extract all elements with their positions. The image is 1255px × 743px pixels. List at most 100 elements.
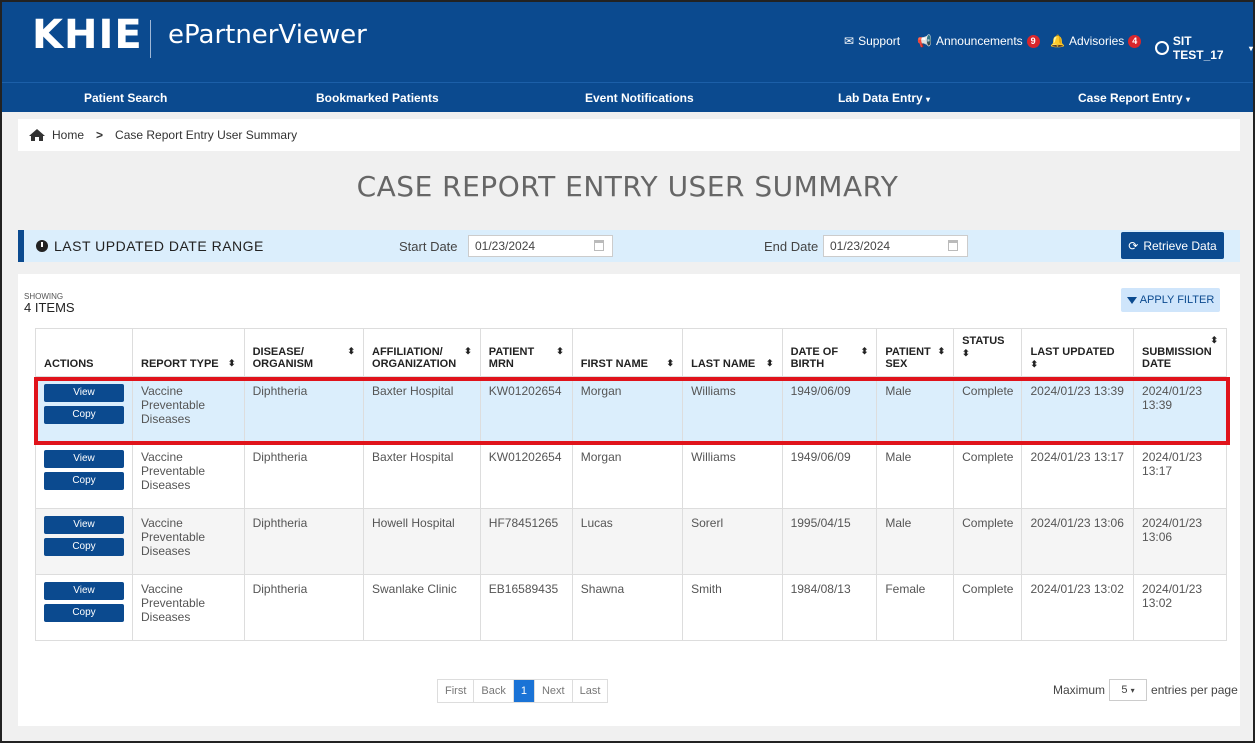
cell-report-type: Vaccine Preventable Diseases (132, 508, 245, 575)
sort-icon: ⬍ (1030, 359, 1039, 369)
cell-actions: View Copy (35, 376, 133, 443)
envelope-icon: ✉ (844, 34, 855, 48)
end-date-label: End Date (764, 239, 819, 254)
caret-down-icon: ▾ (1130, 685, 1135, 695)
table-row: View Copy Vaccine Preventable Diseases Diph… (35, 574, 1227, 641)
cell-organization: Baxter Hospital (363, 442, 481, 509)
nav-event-notifications[interactable]: Event Notifications (585, 91, 694, 105)
user-menu[interactable]: SIT TEST_17 ▾ (1155, 34, 1253, 62)
calendar-icon[interactable] (948, 240, 958, 251)
advisories-link[interactable]: 🔔 Advisories 4 (1050, 34, 1142, 48)
col-submission-date[interactable]: ⬍ SUBMISSION DATE (1133, 328, 1227, 377)
pager-last[interactable]: Last (572, 680, 608, 702)
view-button[interactable]: View (44, 582, 124, 600)
announcements-badge: 9 (1026, 34, 1040, 48)
entries-select[interactable]: 5 ▾ (1109, 679, 1148, 701)
col-patient-mrn[interactable]: ⬍ PATIENT MRN (479, 328, 573, 377)
support-link[interactable]: ✉ Support (844, 34, 900, 48)
khie-logo[interactable]: KHIE (32, 12, 143, 58)
view-button[interactable]: View (44, 516, 124, 534)
nav-bookmarked-patients[interactable]: Bookmarked Patients (316, 91, 439, 105)
table-row: View Copy Vaccine Preventable Diseases Diph… (35, 376, 1227, 443)
report-table: ACTIONS REPORT TYPE ⬍ ⬍ DISEASE/ ORGANISM … (35, 328, 1227, 641)
copy-button[interactable]: Copy (44, 538, 124, 556)
cell-last-updated: 2024/01/23 13:06 (1021, 508, 1135, 575)
cell-first-name: Lucas (571, 508, 684, 575)
cell-sex: Male (876, 508, 955, 575)
home-icon[interactable] (28, 128, 46, 142)
table-row: View Copy Vaccine Preventable Diseases Diph… (35, 508, 1227, 575)
logo-divider (150, 20, 151, 58)
cell-report-type: Vaccine Preventable Diseases (132, 442, 245, 509)
nav-lab-data-entry[interactable]: Lab Data Entry ▾ (838, 91, 930, 105)
start-date-input[interactable] (468, 235, 613, 257)
end-date-input[interactable] (823, 235, 968, 257)
cell-submission-date: 2024/01/23 13:17 (1133, 442, 1227, 509)
table-row: View Copy Vaccine Preventable Diseases Diph… (35, 442, 1227, 509)
cell-last-name: Sorerl (682, 508, 783, 575)
sort-icon: ⬍ (228, 358, 236, 368)
cell-last-name: Williams (682, 442, 783, 509)
copy-button[interactable]: Copy (44, 472, 124, 490)
sort-icon: ⬍ (766, 358, 774, 368)
view-button[interactable]: View (44, 450, 124, 468)
retrieve-data-button[interactable]: ⟳ Retrieve Data (1121, 232, 1224, 259)
cell-report-type: Vaccine Preventable Diseases (132, 376, 245, 443)
chevron-right-icon: > (96, 128, 104, 142)
app-window: KHIE ePartnerViewer ✉ Support 📢 Announce… (0, 0, 1255, 743)
copy-button[interactable]: Copy (44, 406, 124, 424)
breadcrumb-home[interactable]: Home (52, 128, 84, 142)
col-dob[interactable]: ⬍ DATE OF BIRTH (781, 328, 878, 377)
cell-dob: 1995/04/15 (781, 508, 878, 575)
page-title: CASE REPORT ENTRY USER SUMMARY (356, 170, 899, 203)
cell-last-updated: 2024/01/23 13:39 (1021, 376, 1135, 443)
cell-mrn: KW01202654 (479, 376, 573, 443)
cell-organization: Baxter Hospital (363, 376, 481, 443)
start-date-label: Start Date (399, 239, 458, 254)
sort-icon: ⬍ (1210, 335, 1218, 345)
entries-per-page: Maximum 5 ▾ entries per page (1053, 679, 1238, 701)
breadcrumb-current: Case Report Entry User Summary (115, 128, 298, 142)
cell-disease: Diphtheria (243, 574, 365, 641)
sort-icon: ⬍ (666, 358, 675, 368)
pager-first[interactable]: First (438, 680, 475, 702)
cell-first-name: Morgan (571, 442, 684, 509)
col-actions: ACTIONS (35, 328, 133, 377)
apply-filter-button[interactable]: APPLY FILTER (1121, 288, 1220, 312)
caret-down-icon: ▾ (1248, 43, 1253, 53)
calendar-icon[interactable] (594, 240, 604, 251)
cell-actions: View Copy (35, 508, 133, 575)
pager-back[interactable]: Back (474, 680, 514, 702)
col-last-name[interactable]: LAST NAME ⬍ (682, 328, 783, 377)
cell-organization: Howell Hospital (363, 508, 481, 575)
col-disease[interactable]: ⬍ DISEASE/ ORGANISM (243, 328, 365, 377)
pager-page-1[interactable]: 1 (513, 680, 535, 702)
cell-first-name: Shawna (571, 574, 684, 641)
col-status[interactable]: STATUS ⬍ (953, 328, 1023, 377)
cell-disease: Diphtheria (243, 376, 365, 443)
cell-submission-date: 2024/01/23 13:39 (1133, 376, 1227, 443)
pager-next[interactable]: Next (534, 680, 573, 702)
cell-mrn: KW01202654 (479, 442, 573, 509)
cell-actions: View Copy (35, 442, 133, 509)
cell-actions: View Copy (35, 574, 133, 641)
cell-report-type: Vaccine Preventable Diseases (132, 574, 245, 641)
announcements-link[interactable]: 📢 Announcements 9 (917, 34, 1040, 48)
megaphone-icon: 📢 (917, 34, 932, 48)
nav-case-report-entry[interactable]: Case Report Entry ▾ (1078, 91, 1190, 105)
cell-disease: Diphtheria (243, 442, 365, 509)
pagination: First Back 1 Next Last (437, 679, 609, 703)
col-affiliation[interactable]: ⬍ AFFILIATION/ ORGANIZATION (363, 328, 481, 377)
cell-last-updated: 2024/01/23 13:02 (1021, 574, 1135, 641)
nav-patient-search[interactable]: Patient Search (84, 91, 167, 105)
col-report-type[interactable]: REPORT TYPE ⬍ (132, 328, 245, 377)
cell-disease: Diphtheria (243, 508, 365, 575)
sort-icon: ⬍ (347, 346, 356, 356)
col-first-name[interactable]: ⬍ FIRST NAME (571, 328, 684, 377)
app-name: ePartnerViewer (168, 20, 367, 50)
copy-button[interactable]: Copy (44, 604, 124, 622)
col-last-updated[interactable]: LAST UPDATED ⬍ (1021, 328, 1135, 377)
sort-icon: ⬍ (556, 346, 564, 356)
col-patient-sex[interactable]: ⬍ PATIENT SEX (876, 328, 955, 377)
view-button[interactable]: View (44, 384, 124, 402)
